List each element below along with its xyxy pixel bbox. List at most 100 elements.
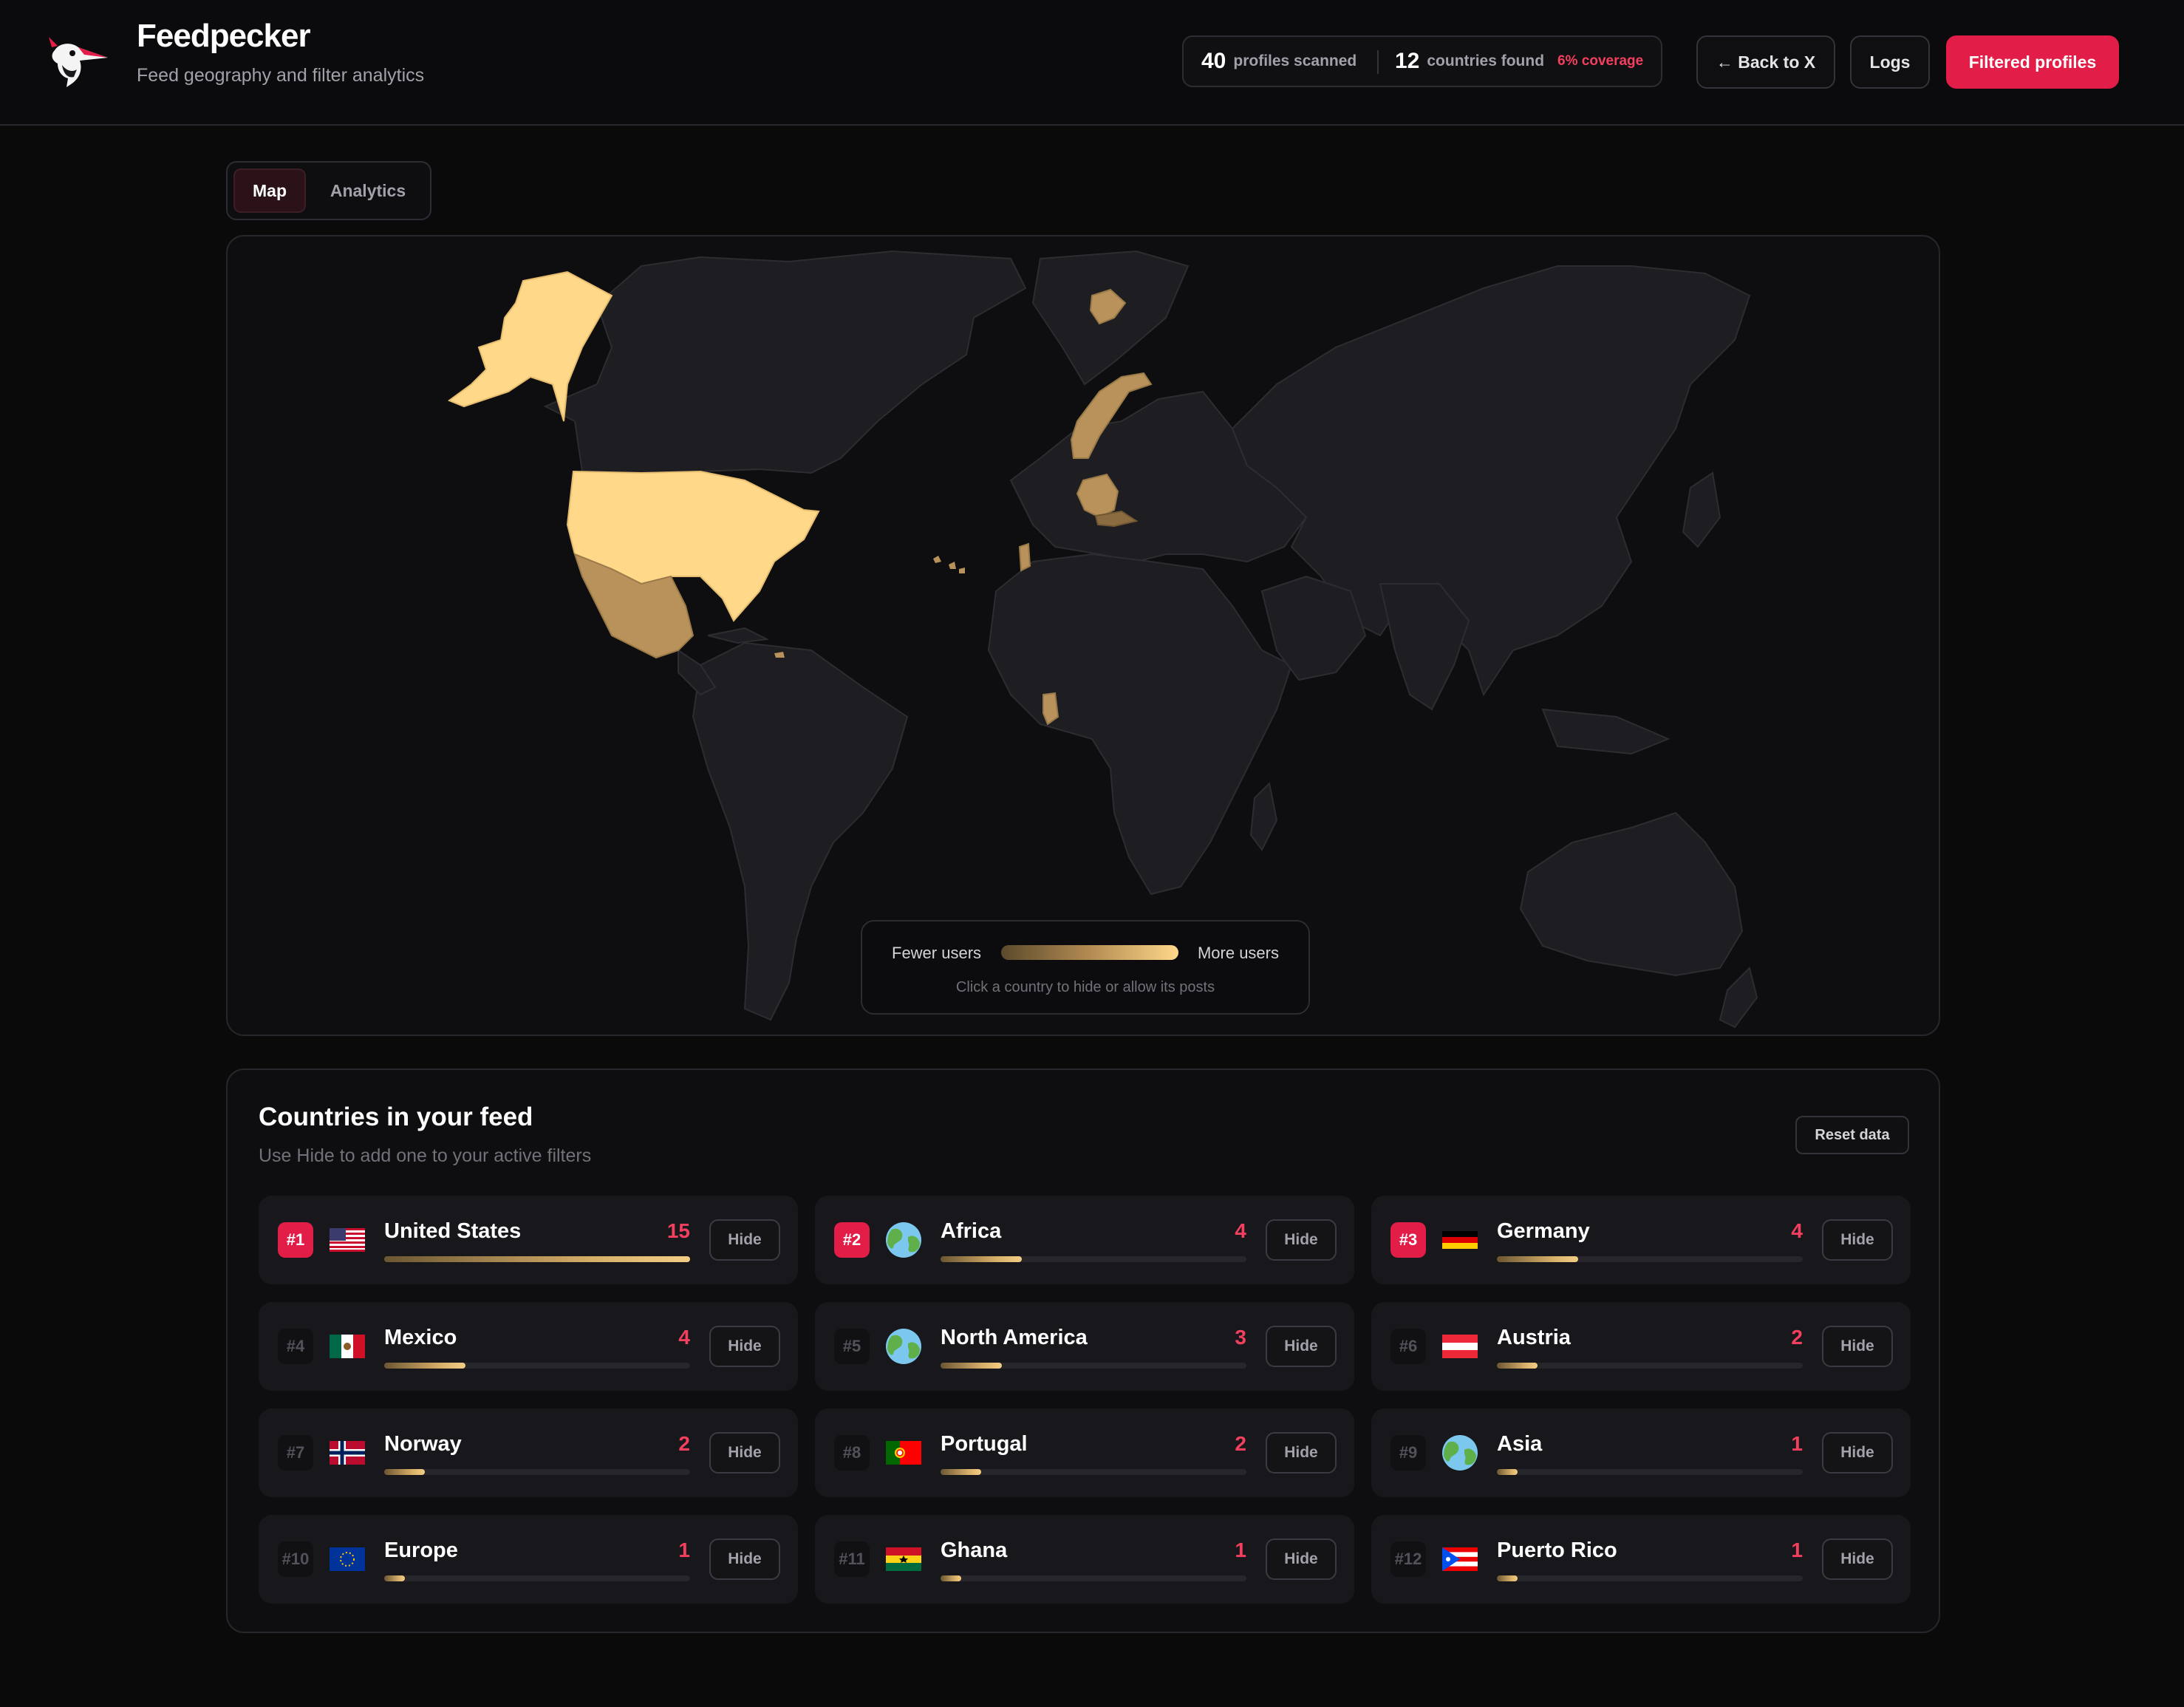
countries-title: Countries in your feed xyxy=(259,1103,533,1131)
country-rank: #2 xyxy=(834,1222,870,1258)
back-to-x-button[interactable]: ← Back to X xyxy=(1696,35,1835,89)
scan-stats: 40 profiles scanned 12 countries found 6… xyxy=(1182,35,1662,87)
stats-divider xyxy=(1377,50,1379,74)
country-card[interactable]: #1 United States 15 Hide xyxy=(259,1196,798,1284)
country-share-fill xyxy=(941,1256,1023,1262)
country-user-count: 4 xyxy=(1235,1219,1246,1242)
country-name: Germany xyxy=(1497,1219,1590,1243)
hide-country-button[interactable]: Hide xyxy=(1266,1432,1337,1473)
country-portugal[interactable] xyxy=(1018,542,1031,572)
region-cuba[interactable] xyxy=(707,627,770,644)
world-map[interactable] xyxy=(228,236,1939,1035)
hide-country-button[interactable]: Hide xyxy=(1822,1539,1893,1580)
hide-country-button[interactable]: Hide xyxy=(1822,1432,1893,1473)
country-user-count: 1 xyxy=(1235,1539,1246,1561)
country-rank: #12 xyxy=(1390,1541,1426,1577)
view-tabs: Map Analytics xyxy=(226,161,431,220)
hide-country-button[interactable]: Hide xyxy=(1266,1326,1337,1367)
country-rank: #5 xyxy=(834,1329,870,1364)
country-share-track xyxy=(1497,1256,1803,1262)
legend-high-label: More users xyxy=(1197,944,1279,962)
country-card[interactable]: #4 Mexico 4 Hide xyxy=(259,1302,798,1391)
region-australia[interactable] xyxy=(1519,811,1744,977)
country-share-fill xyxy=(1497,1256,1579,1262)
pt-flag xyxy=(886,1441,921,1465)
country-rank: #1 xyxy=(278,1222,313,1258)
hide-country-button[interactable]: Hide xyxy=(1266,1539,1337,1580)
country-name: Norway xyxy=(384,1432,462,1456)
hide-country-button[interactable]: Hide xyxy=(1822,1219,1893,1261)
countries-panel: Countries in your feed Use Hide to add o… xyxy=(226,1069,1940,1633)
tab-map[interactable]: Map xyxy=(233,168,306,213)
country-user-count: 4 xyxy=(1791,1219,1803,1242)
countries-subtitle: Use Hide to add one to your active filte… xyxy=(259,1145,592,1166)
region-africa[interactable] xyxy=(987,553,1293,896)
hide-country-button[interactable]: Hide xyxy=(709,1326,780,1367)
country-card[interactable]: #9 Asia 1 Hide xyxy=(1371,1408,1911,1497)
country-name: Portugal xyxy=(941,1432,1028,1456)
country-rank: #7 xyxy=(278,1435,313,1471)
region-japan[interactable] xyxy=(1682,471,1721,548)
country-share-fill xyxy=(1497,1469,1518,1475)
country-card[interactable]: #6 Austria 2 Hide xyxy=(1371,1302,1911,1391)
country-user-count: 15 xyxy=(666,1219,690,1242)
countries-stat: 12 countries found 6% coverage xyxy=(1395,37,1643,86)
country-rank: #3 xyxy=(1390,1222,1426,1258)
country-user-count: 1 xyxy=(1791,1539,1803,1561)
country-card[interactable]: #11 Ghana 1 Hide xyxy=(815,1515,1354,1604)
eu-flag xyxy=(330,1547,365,1571)
filtered-profiles-button[interactable]: Filtered profiles xyxy=(1946,35,2119,89)
country-user-count: 2 xyxy=(1791,1326,1803,1349)
hide-country-button[interactable]: Hide xyxy=(709,1539,780,1580)
country-share-track xyxy=(1497,1469,1803,1475)
gh-flag xyxy=(886,1547,921,1571)
country-name: Europe xyxy=(384,1539,458,1562)
country-name: Africa xyxy=(941,1219,1002,1243)
map-legend: Fewer users More users Click a country t… xyxy=(861,920,1310,1015)
country-card[interactable]: #5 North America 3 Hide xyxy=(815,1302,1354,1391)
region-indonesia[interactable] xyxy=(1541,708,1671,755)
de-flag xyxy=(1442,1231,1478,1249)
logs-button[interactable]: Logs xyxy=(1850,35,1930,89)
country-user-count: 1 xyxy=(678,1539,690,1561)
country-card[interactable]: #2 Africa 4 Hide xyxy=(815,1196,1354,1284)
country-user-count: 3 xyxy=(1235,1326,1246,1349)
country-share-fill xyxy=(1497,1575,1518,1581)
country-portugal-azores[interactable] xyxy=(933,556,965,573)
country-name: Mexico xyxy=(384,1326,457,1349)
profiles-count: 40 xyxy=(1201,49,1226,73)
profiles-stat: 40 profiles scanned xyxy=(1201,37,1357,86)
globe-icon xyxy=(1442,1435,1478,1471)
hide-country-button[interactable]: Hide xyxy=(1266,1219,1337,1261)
region-madagascar[interactable] xyxy=(1249,781,1278,851)
country-card[interactable]: #3 Germany 4 Hide xyxy=(1371,1196,1911,1284)
hide-country-button[interactable]: Hide xyxy=(709,1219,780,1261)
countries-count: 12 xyxy=(1395,49,1420,73)
country-share-fill xyxy=(941,1363,1002,1369)
country-name: Austria xyxy=(1497,1326,1571,1349)
region-canada[interactable] xyxy=(543,250,1027,474)
country-rank: #9 xyxy=(1390,1435,1426,1471)
tab-analytics[interactable]: Analytics xyxy=(313,168,423,213)
country-card[interactable]: #10 Europe 1 Hide xyxy=(259,1515,798,1604)
country-card[interactable]: #12 Puerto Rico 1 Hide xyxy=(1371,1515,1911,1604)
mx-flag xyxy=(330,1335,365,1358)
country-name: United States xyxy=(384,1219,522,1243)
countries-label: countries found xyxy=(1427,52,1545,69)
country-rank: #6 xyxy=(1390,1329,1426,1364)
world-map-panel: Fewer users More users Click a country t… xyxy=(226,235,1940,1036)
coverage-badge: 6% coverage xyxy=(1557,53,1644,69)
country-share-track xyxy=(941,1469,1246,1475)
globe-icon xyxy=(886,1222,921,1258)
legend-gradient-bar xyxy=(1001,945,1178,960)
country-card[interactable]: #7 Norway 2 Hide xyxy=(259,1408,798,1497)
country-card[interactable]: #8 Portugal 2 Hide xyxy=(815,1408,1354,1497)
country-rank: #4 xyxy=(278,1329,313,1364)
country-share-fill xyxy=(384,1575,405,1581)
country-user-count: 1 xyxy=(1791,1432,1803,1455)
hide-country-button[interactable]: Hide xyxy=(1822,1326,1893,1367)
country-share-track xyxy=(941,1256,1246,1262)
region-new-zealand[interactable] xyxy=(1719,967,1758,1029)
hide-country-button[interactable]: Hide xyxy=(709,1432,780,1473)
reset-data-button[interactable]: Reset data xyxy=(1795,1116,1909,1154)
